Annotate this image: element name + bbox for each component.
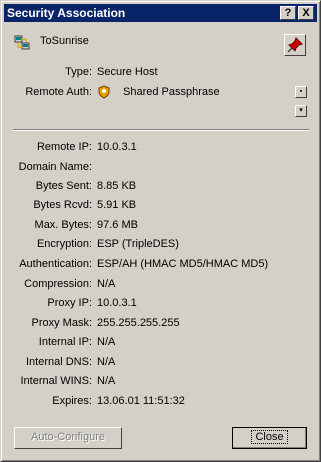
detail-row-remote-ip: Remote IP: 10.0.3.1 <box>1 141 321 155</box>
detail-label: Bytes Sent: <box>35 180 92 192</box>
detail-row-internal-ip: Internal IP: N/A <box>1 336 321 350</box>
auth-up-button[interactable]: ▪ <box>295 86 307 98</box>
pushpin-icon <box>287 37 303 53</box>
detail-label: Internal DNS: <box>25 356 92 368</box>
auth-down-button[interactable]: ▾ <box>295 105 307 117</box>
help-icon: ? <box>284 7 292 19</box>
detail-row-compression: Compression: N/A <box>1 278 321 292</box>
detail-value: 97.6 MB <box>97 219 138 231</box>
detail-value: 10.0.3.1 <box>97 141 137 153</box>
key-shield-icon <box>98 85 110 99</box>
detail-value: 10.0.3.1 <box>97 297 137 309</box>
detail-row-bytes-rcvd: Bytes Rcvd: 5.91 KB <box>1 199 321 213</box>
detail-label: Expires: <box>52 395 92 407</box>
pin-button[interactable] <box>284 34 306 56</box>
help-button[interactable]: ? <box>280 6 296 20</box>
detail-label: Domain Name: <box>18 161 92 173</box>
detail-label: Authentication: <box>19 258 92 270</box>
detail-label: Compression: <box>24 278 92 290</box>
detail-label: Internal WINS: <box>20 375 92 387</box>
detail-row-proxy-mask: Proxy Mask: 255.255.255.255 <box>1 317 321 331</box>
detail-value: ESP (TripleDES) <box>97 238 179 250</box>
detail-value: 13.06.01 11:51:32 <box>97 395 185 407</box>
detail-row-expires: Expires: 13.06.01 11:51:32 <box>1 395 321 409</box>
type-row: Type: Secure Host <box>1 66 321 80</box>
detail-value: 255.255.255.255 <box>97 317 180 329</box>
detail-label: Max. Bytes: <box>34 219 92 231</box>
detail-value: ESP/AH (HMAC MD5/HMAC MD5) <box>97 258 269 270</box>
close-button-label: Close <box>251 430 288 444</box>
title-bar[interactable]: Security Association ? X <box>4 4 317 22</box>
close-button[interactable]: Close <box>232 427 307 449</box>
close-window-button[interactable]: X <box>298 6 314 20</box>
detail-value: N/A <box>97 375 116 387</box>
detail-row-encryption: Encryption: ESP (TripleDES) <box>1 238 321 252</box>
detail-value: N/A <box>97 336 116 348</box>
detail-value: 8.85 KB <box>97 180 137 192</box>
detail-row-bytes-sent: Bytes Sent: 8.85 KB <box>1 180 321 194</box>
detail-row-domain-name: Domain Name: <box>1 161 321 175</box>
detail-label: Proxy IP: <box>47 297 92 309</box>
detail-row-authentication: Authentication: ESP/AH (HMAC MD5/HMAC MD… <box>1 258 321 272</box>
separator <box>13 129 309 131</box>
remote-auth-value: Shared Passphrase <box>123 86 220 98</box>
security-association-window: Security Association ? X ToSunrise Type:… <box>0 0 321 462</box>
detail-label: Internal IP: <box>38 336 92 348</box>
detail-label: Remote IP: <box>36 141 92 153</box>
detail-value: N/A <box>97 356 116 368</box>
auto-configure-button[interactable]: Auto-Configure <box>14 427 122 449</box>
type-value: Secure Host <box>97 66 158 78</box>
small-dot-icon: ▪ <box>299 88 303 95</box>
remote-auth-label: Remote Auth: <box>25 86 92 98</box>
detail-value: 5.91 KB <box>97 199 137 211</box>
type-label: Type: <box>65 66 92 78</box>
detail-row-proxy-ip: Proxy IP: 10.0.3.1 <box>1 297 321 311</box>
connection-name: ToSunrise <box>40 35 89 47</box>
detail-row-internal-wins: Internal WINS: N/A <box>1 375 321 389</box>
detail-row-max-bytes: Max. Bytes: 97.6 MB <box>1 219 321 233</box>
detail-row-internal-dns: Internal DNS: N/A <box>1 356 321 370</box>
detail-label: Proxy Mask: <box>31 317 92 329</box>
close-icon: X <box>302 7 310 19</box>
network-connection-icon <box>14 35 30 50</box>
detail-label: Encryption: <box>36 238 92 250</box>
chevron-down-icon: ▾ <box>299 107 303 114</box>
window-title: Security Association <box>7 6 126 20</box>
detail-value: N/A <box>97 278 116 290</box>
detail-label: Bytes Rcvd: <box>33 199 92 211</box>
remote-auth-row: Remote Auth: Shared Passphrase <box>1 86 321 100</box>
